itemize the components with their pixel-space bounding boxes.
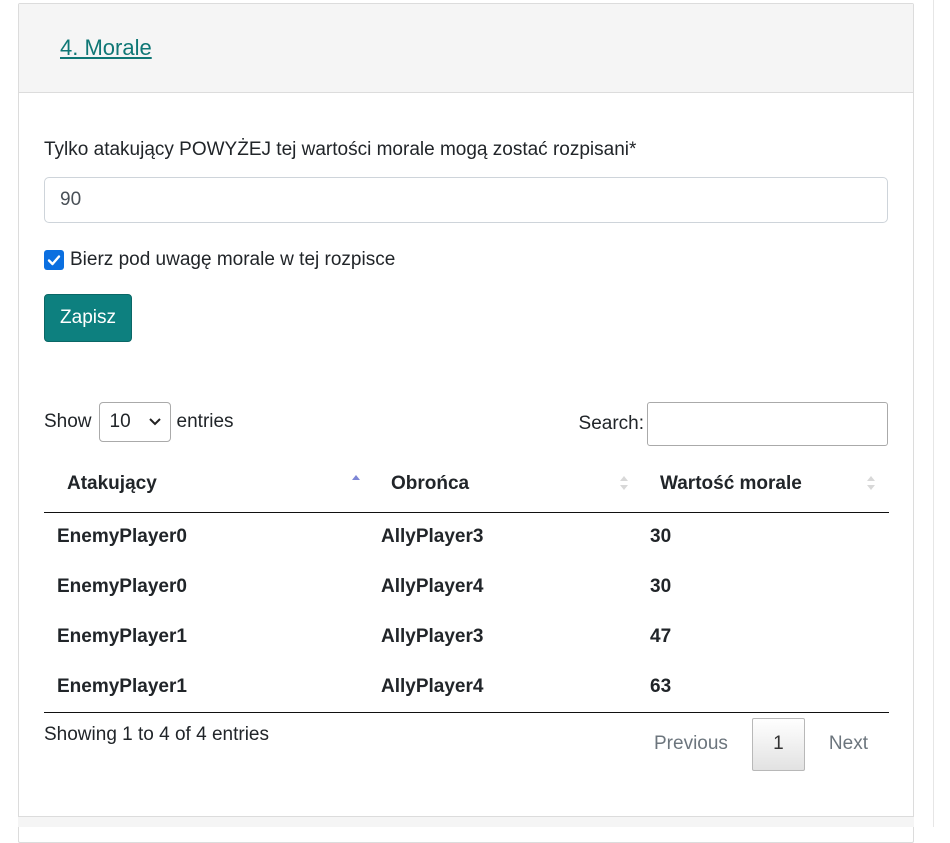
morale-value-cell: 30 — [650, 526, 672, 548]
next-page-button[interactable]: Next — [829, 733, 868, 755]
defender-cell: AllyPlayer3 — [381, 526, 484, 548]
card-header: 4. Morale — [19, 4, 913, 93]
page-size-value: 10 — [109, 411, 131, 432]
defender-cell: AllyPlayer3 — [381, 626, 484, 647]
column-label: Atakujący — [67, 473, 157, 494]
entries-label: entries — [176, 411, 234, 432]
sort-both-icon — [867, 476, 875, 490]
morale-value-cell: 63 — [637, 662, 889, 713]
morale-value-cell: 47 — [650, 626, 672, 647]
attacker-cell: EnemyPlayer0 — [57, 576, 187, 597]
morale-threshold-input[interactable] — [44, 177, 888, 223]
page-1-button[interactable]: 1 — [751, 717, 805, 771]
save-button[interactable]: Zapisz — [44, 294, 132, 342]
table-header-row: Atakujący Obrońca Wartość morale — [44, 457, 889, 513]
morale-threshold-label: Tylko atakujący POWYŻEJ tej wartości mor… — [44, 139, 637, 160]
column-label: Obrońca — [391, 473, 470, 494]
morale-table: Atakujący Obrońca Wartość morale EnemyPl… — [44, 457, 889, 713]
column-header-defender[interactable]: Obrońca — [368, 457, 637, 513]
consider-morale-row: Bierz pod uwagę morale w tej rozpisce — [44, 249, 395, 271]
table-row: EnemyPlayer1 AllyPlayer4 63 — [44, 662, 889, 713]
search-label: Search: — [578, 413, 644, 434]
sort-both-icon — [620, 476, 628, 490]
card-body: Tylko atakujący POWYŻEJ tej wartości mor… — [19, 93, 913, 813]
chevron-down-icon — [148, 418, 161, 426]
next-card-header — [18, 816, 914, 827]
page-size-select[interactable]: 10 — [98, 402, 171, 442]
show-label: Show — [44, 411, 92, 432]
table-row: EnemyPlayer1 AllyPlayer3 47 — [44, 612, 889, 662]
defender-cell: AllyPlayer4 — [368, 662, 637, 713]
morale-card: 4. Morale Tylko atakujący POWYŻEJ tej wa… — [18, 3, 914, 843]
consider-morale-checkbox[interactable] — [44, 250, 64, 270]
previous-page-button[interactable]: Previous — [654, 733, 728, 755]
attacker-cell: EnemyPlayer1 — [57, 626, 187, 647]
table-search: Search: — [579, 402, 888, 446]
search-input[interactable] — [647, 402, 888, 446]
page-size-control: Show 10 entries — [44, 402, 234, 442]
defender-cell: AllyPlayer4 — [381, 576, 484, 597]
table-info: Showing 1 to 4 of 4 entries — [44, 724, 269, 745]
morale-value-cell: 30 — [650, 576, 672, 597]
column-header-morale-value[interactable]: Wartość morale — [637, 457, 889, 513]
column-header-attacker[interactable]: Atakujący — [44, 457, 368, 513]
table-row: EnemyPlayer0 AllyPlayer3 30 — [44, 512, 889, 562]
attacker-cell: EnemyPlayer1 — [44, 662, 368, 713]
column-label: Wartość morale — [660, 473, 802, 494]
sort-ascending-icon — [352, 475, 360, 480]
table-row: EnemyPlayer0 AllyPlayer4 30 — [44, 562, 889, 612]
consider-morale-label: Bierz pod uwagę morale w tej rozpisce — [70, 249, 396, 270]
scrollbar-track[interactable] — [933, 0, 950, 827]
section-title-link[interactable]: 4. Morale — [60, 35, 152, 61]
checkmark-icon — [47, 255, 61, 266]
pagination: Previous 1 Next — [654, 717, 888, 771]
attacker-cell: EnemyPlayer0 — [57, 526, 187, 548]
